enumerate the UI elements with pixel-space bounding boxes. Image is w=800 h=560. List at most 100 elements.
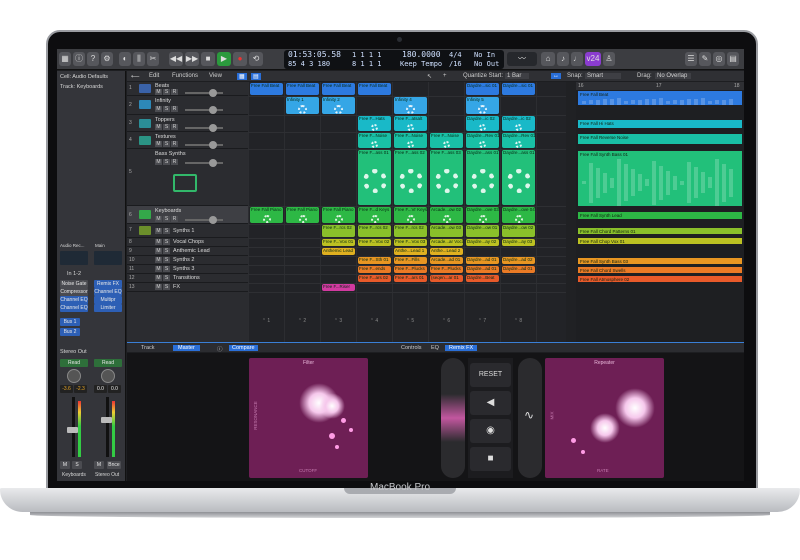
msr-buttons[interactable]: MSR: [155, 216, 179, 222]
toolbar-button[interactable]: ⚙: [101, 52, 113, 66]
loop-cell[interactable]: Free F...ass 03: [430, 150, 463, 205]
scene-trigger[interactable]: ⌃ 3: [328, 318, 348, 324]
link-icon[interactable]: ↔: [551, 73, 561, 79]
volume-slider[interactable]: [185, 216, 223, 224]
snap-dropdown[interactable]: Smart: [585, 73, 622, 79]
loop-cell[interactable]: Free Fall Piano: [286, 207, 319, 223]
region[interactable]: Free Fall Synth Bass 03: [578, 258, 742, 264]
msr-buttons[interactable]: MS: [155, 275, 171, 281]
library-button[interactable]: ▦: [59, 52, 71, 66]
loop-cell[interactable]: Infinity 2: [322, 97, 355, 114]
count-in-button[interactable]: ♩: [571, 52, 583, 66]
region[interactable]: Free Fall Reverse Noise: [578, 134, 742, 144]
loop-cell[interactable]: Free Fall Beat: [250, 83, 283, 95]
smart-controls-button[interactable]: ◐: [119, 52, 131, 66]
lcd-display[interactable]: 01:53:05.58 85 4 3 180 1 1 1 1 8 1 1 1 1…: [284, 50, 504, 69]
volume-fader-right[interactable]: [106, 397, 109, 457]
info-button[interactable]: ⓘ: [73, 52, 85, 66]
track-row[interactable]: 4 Textures M S R: [127, 132, 248, 149]
output-label[interactable]: Stereo Out: [60, 349, 87, 355]
region[interactable]: Free Fall Chord Patterns 01: [578, 228, 742, 234]
forward-button[interactable]: ▶▶: [185, 52, 199, 66]
volume-slider[interactable]: [185, 159, 223, 167]
scene-trigger[interactable]: ⌃ 5: [400, 318, 420, 324]
loop-cell[interactable]: Anthe...Lead 2: [430, 248, 463, 255]
track-row[interactable]: 12 M S Transitions: [127, 274, 248, 283]
pan-knob-right[interactable]: [101, 369, 115, 383]
track-row-selected[interactable]: 6 Keyboards M S R: [127, 206, 248, 224]
mute-button-right[interactable]: M: [94, 461, 104, 469]
region[interactable]: Free Fall Synth Lead: [578, 212, 742, 219]
scene-trigger[interactable]: ⌃ 6: [436, 318, 456, 324]
msr-buttons[interactable]: MS: [155, 257, 171, 263]
volume-slider[interactable]: [185, 141, 223, 149]
loop-cell[interactable]: Anthemic Lead: [322, 248, 355, 255]
automation-mode-right[interactable]: Read: [94, 359, 122, 367]
cpu-meter[interactable]: 〰: [507, 52, 537, 66]
send-slot[interactable]: Bus 1: [60, 318, 80, 326]
back-icon[interactable]: ⟵: [131, 73, 140, 80]
mixer-button[interactable]: ⫼: [133, 52, 145, 66]
loop-cell[interactable]: Free F...Plucks: [394, 266, 427, 273]
loop-cell[interactable]: Free F...rcs 02: [394, 225, 427, 237]
edit-menu[interactable]: Edit: [149, 73, 159, 79]
master-tab[interactable]: Master: [173, 345, 200, 351]
filter-pad[interactable]: Filter CUTOFF RESONANCE: [249, 358, 368, 478]
pointer-tool-icon[interactable]: ↖: [427, 73, 432, 80]
loop-cell[interactable]: Free Fall Beat: [322, 83, 355, 95]
wobble-slider[interactable]: ∿: [518, 358, 542, 478]
eq-thumbnail-left[interactable]: [60, 251, 88, 265]
plugin-slot[interactable]: Noise Gate: [60, 280, 88, 288]
plugin-slot[interactable]: Channel EQ: [60, 296, 88, 304]
compare-button[interactable]: Compare: [229, 345, 258, 351]
msr-buttons[interactable]: MSR: [155, 89, 179, 95]
loop-cell[interactable]: Free F...Hats: [358, 116, 391, 131]
track-inspector-label[interactable]: Track: Keyboards: [60, 84, 103, 90]
track-row[interactable]: 3 Toppers M S R: [127, 115, 248, 132]
loop-cell[interactable]: Free F...Vox 01: [322, 239, 355, 246]
loop-cell[interactable]: Free F...ars 02: [358, 275, 391, 282]
loop-cell[interactable]: Free F...Noise: [394, 133, 427, 148]
repeater-pad[interactable]: Repeater RATE MIX: [545, 358, 664, 478]
loop-cell[interactable]: Daydre...sic 01: [502, 83, 535, 95]
loop-cell[interactable]: Free Fall Piano: [250, 207, 283, 223]
loop-cell[interactable]: Arcade...ow 03: [430, 225, 463, 237]
plugin-slot[interactable]: Remix FX: [94, 280, 122, 288]
scene-trigger[interactable]: ⌃ 7: [472, 318, 492, 324]
loop-cell[interactable]: Free F...atsalt: [394, 116, 427, 131]
plugin-slot[interactable]: Compressor: [60, 288, 88, 296]
loop-cell[interactable]: Daydre...ove 04: [502, 207, 535, 223]
reset-button[interactable]: RESET: [470, 363, 511, 387]
loop-cell[interactable]: Free Fall Beat: [286, 83, 319, 95]
tuner-button[interactable]: ♙: [603, 52, 615, 66]
region[interactable]: Free Fall Chop Vox 01: [578, 238, 742, 244]
list-editors-button[interactable]: ⌂: [541, 52, 555, 66]
track-row[interactable]: 5 Bass Synths M S R: [127, 149, 248, 206]
plugin-slot[interactable]: Limiter: [94, 304, 122, 312]
scene-trigger[interactable]: ⌃ 8: [508, 318, 528, 324]
track-tab[interactable]: Track: [141, 345, 155, 351]
eq-tab[interactable]: EQ: [431, 345, 439, 351]
loop-cell[interactable]: Daydre...ove 03: [466, 207, 499, 223]
loop-cell[interactable]: Free F...Vox 02: [358, 239, 391, 246]
msr-buttons[interactable]: MS: [155, 228, 171, 234]
loop-cell[interactable]: Daydre...ass 01: [466, 150, 499, 205]
loop-cell[interactable]: Daydre...ow 01: [466, 225, 499, 237]
region-inspector-label[interactable]: Cell: Audio Defaults: [60, 74, 108, 80]
loop-cell[interactable]: Arcade...ar Vocal: [430, 239, 463, 246]
loop-cell[interactable]: Free F...ars 01: [394, 275, 427, 282]
track-row[interactable]: 11 M S Synths 3: [127, 265, 248, 274]
scratch-button[interactable]: ◉: [470, 419, 511, 443]
metronome-button[interactable]: ♪: [557, 52, 569, 66]
loop-cell[interactable]: Free F...rcs 02: [358, 225, 391, 237]
list-button[interactable]: ☰: [685, 52, 697, 66]
loop-cell[interactable]: Infinity 4: [394, 97, 427, 114]
loop-cell[interactable]: Anthe...Lead 1: [394, 248, 427, 255]
track-row[interactable]: 10 M S Synths 2: [127, 256, 248, 265]
loop-cell[interactable]: Free F...rcs 02: [322, 225, 355, 237]
volume-slider[interactable]: [185, 106, 223, 114]
drag-dropdown[interactable]: No Overlap: [655, 73, 692, 79]
loop-cell[interactable]: Free F...Riser: [322, 284, 355, 291]
loop-cell[interactable]: Infinity 1: [286, 97, 319, 114]
loop-cell[interactable]: Daydre...ad 01: [466, 257, 499, 264]
